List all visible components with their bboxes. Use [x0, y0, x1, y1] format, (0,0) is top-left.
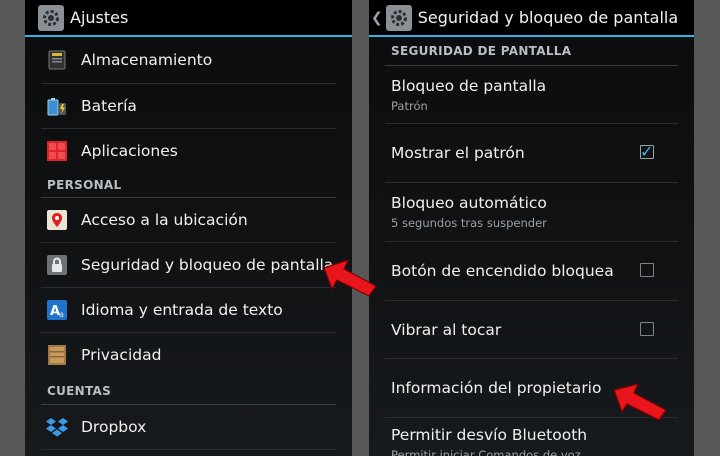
battery-icon — [45, 94, 69, 118]
checkmark-icon: ✓ — [640, 142, 654, 161]
pref-vibrate-on-touch[interactable]: Vibrar al tocar — [385, 301, 678, 359]
privacy-icon — [45, 343, 69, 367]
section-header-accounts: CUENTAS — [41, 377, 336, 405]
settings-item-dropbox[interactable]: Dropbox — [41, 405, 336, 450]
location-icon — [45, 208, 69, 232]
settings-item-language[interactable]: A a Idioma y entrada de texto — [41, 288, 336, 333]
item-label: Aplicaciones — [81, 142, 178, 160]
lock-icon — [45, 253, 69, 277]
pref-title: Botón de encendido bloquea — [391, 262, 614, 280]
svg-text:a: a — [59, 310, 64, 319]
settings-item-privacy[interactable]: Privacidad — [41, 333, 336, 377]
language-icon: A a — [45, 298, 69, 322]
settings-item-battery[interactable]: Batería — [41, 84, 336, 129]
apps-icon — [45, 139, 69, 163]
vibrate-checkbox[interactable] — [640, 321, 654, 336]
pref-title: Vibrar al tocar — [391, 320, 502, 339]
pref-title: Bloqueo automático — [391, 194, 547, 212]
pref-subtitle: Patrón — [391, 98, 428, 113]
page-title: Seguridad y bloqueo de pantalla — [417, 8, 679, 27]
pref-title: Mostrar el patrón — [391, 144, 525, 162]
pref-show-pattern[interactable]: Mostrar el patrón ✓ — [385, 124, 678, 183]
pref-auto-lock[interactable]: Bloqueo automático 5 segundos tras suspe… — [385, 183, 678, 242]
section-header-personal: PERSONAL — [41, 173, 336, 198]
action-bar: ❮ Seguridad y bloqueo de pantalla — [369, 0, 694, 37]
item-label: Acceso a la ubicación — [81, 211, 248, 229]
settings-item-apps[interactable]: Aplicaciones — [41, 129, 336, 173]
settings-item-security[interactable]: Seguridad y bloqueo de pantalla — [41, 243, 336, 288]
back-chevron-icon[interactable]: ❮ — [371, 10, 383, 26]
settings-gear-icon[interactable] — [38, 4, 64, 31]
annotation-arrow-security — [323, 259, 377, 297]
pref-screen-lock[interactable]: Bloqueo de pantalla Patrón — [385, 66, 678, 124]
dropbox-icon — [45, 415, 69, 439]
settings-gear-icon[interactable] — [385, 4, 412, 31]
settings-screen: Ajustes Almacenamiento Batería Aplicacio… — [25, 0, 352, 456]
section-header-screen-security: SEGURIDAD DE PANTALLA — [385, 37, 678, 66]
page-title: Ajustes — [70, 8, 129, 27]
settings-item-storage[interactable]: Almacenamiento — [41, 37, 336, 84]
item-label: Seguridad y bloqueo de pantalla — [81, 256, 334, 274]
item-label: Almacenamiento — [81, 51, 213, 69]
item-label: Idioma y entrada de texto — [81, 301, 283, 319]
pref-title: Bloqueo de pantalla — [391, 76, 547, 95]
annotation-arrow-owner-info — [613, 383, 667, 421]
storage-icon — [45, 48, 69, 72]
pref-subtitle: 5 segundos tras suspender — [391, 216, 547, 230]
pref-subtitle: Permitir iniciar Comandos de voz — [391, 448, 581, 456]
item-label: Dropbox — [81, 418, 147, 436]
pref-power-button-locks[interactable]: Botón de encendido bloquea — [385, 242, 678, 301]
show-pattern-checkbox[interactable]: ✓ — [640, 142, 654, 161]
settings-item-location[interactable]: Acceso a la ubicación — [41, 198, 336, 243]
item-label: Privacidad — [81, 346, 162, 364]
pref-title: Permitir desvío Bluetooth — [391, 426, 588, 444]
action-bar: Ajustes — [25, 0, 352, 37]
item-label: Batería — [81, 97, 137, 115]
power-button-checkbox[interactable] — [640, 263, 654, 277]
